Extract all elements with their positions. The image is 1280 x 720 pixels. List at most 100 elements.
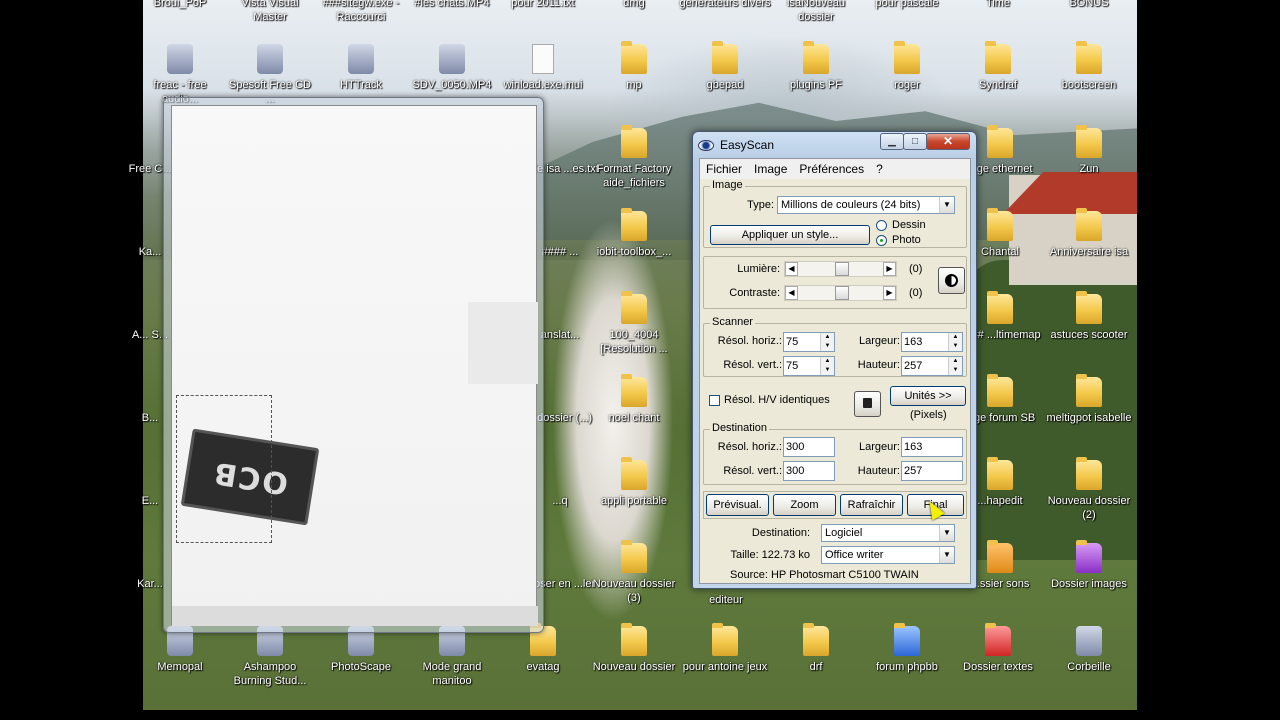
desktop-icon-top[interactable]: Broui_PoP	[134, 0, 226, 10]
desktop-icon-top[interactable]: Time	[952, 0, 1044, 10]
desktop-icon-folder[interactable]: Dossier images	[1043, 540, 1135, 591]
destination-select[interactable]: Logiciel ▼	[821, 524, 955, 542]
desktop-icon-bottom[interactable]: Corbeille	[1043, 626, 1135, 674]
close-button[interactable]: ✕	[926, 133, 970, 150]
desktop-icon-label: Nouveau dossier	[592, 661, 676, 673]
dest-res-h-field[interactable]: 300	[783, 437, 835, 457]
desktop-icon-bottom[interactable]: Memopal	[134, 626, 226, 674]
desktop-icon-label: Format Factory aide_fichiers	[596, 163, 672, 189]
auto-adjust-button[interactable]	[938, 267, 965, 294]
desktop-icon-label: ...q	[552, 495, 568, 507]
desktop-icon-top[interactable]: pour 2011.txt	[497, 0, 589, 10]
desktop-icon-bottom[interactable]: Ashampoo Burning Stud...	[224, 626, 316, 688]
desktop-icon-label: Chantal	[981, 246, 1019, 258]
desktop-icon-partial[interactable]: editeur	[680, 593, 772, 607]
lumiere-slider[interactable]: ◀ ▶	[784, 261, 897, 277]
desktop-icon-folder[interactable]: Zun	[1043, 125, 1135, 176]
output-app-select[interactable]: Office writer ▼	[821, 546, 955, 564]
desktop-icon-row1[interactable]: roger	[861, 41, 953, 92]
desktop-icon-bottom[interactable]: Dossier textes	[952, 623, 1044, 674]
lumiere-label: Lumière:	[737, 263, 780, 275]
desktop-icon-folder[interactable]: astuces scooter	[1043, 291, 1135, 342]
desktop-icon-row1[interactable]: bootscreen	[1043, 41, 1135, 92]
units-button[interactable]: Unités >>	[890, 386, 966, 406]
spin-down-icon[interactable]: ▼	[820, 342, 834, 351]
desktop-icon-row1[interactable]: HTTrack	[315, 44, 407, 92]
desktop-icon-row1[interactable]: SDV_0050.MP4	[406, 44, 498, 92]
desktop-icon-top[interactable]: dmg	[588, 0, 680, 10]
spin-up-icon[interactable]: ▲	[820, 333, 834, 342]
desktop-icon-label: ...hapedit	[977, 495, 1023, 507]
previsual-button[interactable]: Prévisual.	[706, 494, 769, 516]
desktop-icon-row1[interactable]: mp	[588, 41, 680, 92]
selection-rectangle[interactable]	[176, 395, 272, 543]
menu-help[interactable]: ?	[870, 162, 889, 176]
desktop-icon-folder[interactable]: 100_4004 [Resolution ...	[588, 291, 680, 356]
desktop-icon-folder[interactable]: Anniversaire isa	[1043, 208, 1135, 259]
spin-down-icon[interactable]: ▼	[948, 342, 962, 351]
spin-down-icon[interactable]: ▼	[820, 366, 834, 375]
contraste-slider[interactable]: ◀ ▶	[784, 285, 897, 301]
desktop-icon-top[interactable]: isaNouveau dossier	[770, 0, 862, 24]
dest-hauteur-field[interactable]: 257	[901, 461, 963, 481]
identical-res-checkbox[interactable]	[709, 395, 720, 406]
desktop-icon-bottom[interactable]: forum phpbb	[861, 623, 953, 674]
desktop-icon-row1[interactable]: Syndraf	[952, 41, 1044, 92]
scanner-hauteur-spin[interactable]: 257 ▲ ▼	[901, 356, 963, 376]
preview-canvas[interactable]: OCB	[171, 105, 538, 626]
desktop-icon-bottom[interactable]: Nouveau dossier	[588, 623, 680, 674]
radio-photo[interactable]: Photo	[876, 234, 921, 246]
slider-left-arrow-icon[interactable]: ◀	[785, 286, 798, 300]
spin-up-icon[interactable]: ▲	[820, 357, 834, 366]
desktop-icon-bottom[interactable]: drf	[770, 623, 862, 674]
desktop-icon-folder[interactable]: meltigpot isabelle	[1043, 374, 1135, 425]
radio-dessin[interactable]: Dessin	[876, 219, 926, 231]
desktop-icon-top[interactable]: ###sitegw.exe - Raccourci	[315, 0, 407, 24]
desktop-icon-bottom[interactable]: PhotoScape	[315, 626, 407, 674]
zoom-button[interactable]: Zoom	[773, 494, 836, 516]
desktop-icon-bottom[interactable]: evatag	[497, 623, 589, 674]
slider-right-arrow-icon[interactable]: ▶	[883, 286, 896, 300]
desktop-icon-top[interactable]: générateurs divers	[679, 0, 771, 10]
scanner-res-h-spin[interactable]: 75 ▲ ▼	[783, 332, 835, 352]
scanner-res-v-spin[interactable]: 75 ▲ ▼	[783, 356, 835, 376]
spin-down-icon[interactable]: ▼	[948, 366, 962, 375]
minimize-button[interactable]: ▁	[880, 133, 904, 150]
dest-largeur-field[interactable]: 163	[901, 437, 963, 457]
desktop-icon-folder[interactable]: appli portable	[588, 457, 680, 508]
desktop-icon-folder[interactable]: Format Factory aide_fichiers	[588, 125, 680, 190]
title-bar[interactable]: EasyScan	[698, 136, 774, 154]
desktop-icon-top[interactable]: Vista Visual Master	[224, 0, 316, 24]
eye-icon	[698, 139, 714, 151]
type-select[interactable]: Millions de couleurs (24 bits) ▼	[777, 196, 955, 214]
desktop-icon-top[interactable]: #les chats.MP4	[406, 0, 498, 10]
desktop-icon-folder[interactable]: noel chant	[588, 374, 680, 425]
desktop-icon-top[interactable]: BONUS	[1043, 0, 1135, 10]
desktop-icon-row1[interactable]: plugins PF	[770, 41, 862, 92]
lock-button[interactable]	[854, 391, 881, 417]
desktop-icon-folder[interactable]: iobit-toolbox_...	[588, 208, 680, 259]
apply-style-button[interactable]: Appliquer un style...	[710, 225, 870, 245]
menu-image[interactable]: Image	[748, 162, 793, 176]
slider-left-arrow-icon[interactable]: ◀	[785, 262, 798, 276]
desktop-icon-row1[interactable]: gbepad	[679, 41, 771, 92]
spin-up-icon[interactable]: ▲	[948, 333, 962, 342]
desktop-icon-folder[interactable]: Nouveau dossier (2)	[1043, 457, 1135, 522]
desktop-icon-bottom[interactable]: Mode grand manitoo	[406, 626, 498, 688]
maximize-button[interactable]: □	[903, 133, 927, 150]
spin-up-icon[interactable]: ▲	[948, 357, 962, 366]
menu-preferences[interactable]: Préférences	[793, 162, 870, 176]
chevron-down-icon: ▼	[939, 197, 954, 213]
scanner-largeur-spin[interactable]: 163 ▲ ▼	[901, 332, 963, 352]
desktop-icon-row1[interactable]: winload.exe.mui	[497, 44, 589, 92]
desktop-icon-top[interactable]: pour pascale	[861, 0, 953, 10]
scan-preview-window[interactable]: OCB	[163, 97, 544, 633]
dest-res-v-field[interactable]: 300	[783, 461, 835, 481]
menu-fichier[interactable]: Fichier	[700, 162, 748, 176]
refresh-button[interactable]: Rafraîchir	[840, 494, 903, 516]
contraste-thumb[interactable]	[834, 286, 849, 300]
desktop-icon-bottom[interactable]: pour antoine jeux	[679, 623, 771, 674]
slider-right-arrow-icon[interactable]: ▶	[883, 262, 896, 276]
desktop-icon-folder[interactable]: Nouveau dossier (3)	[588, 540, 680, 605]
lumiere-thumb[interactable]	[834, 262, 849, 276]
